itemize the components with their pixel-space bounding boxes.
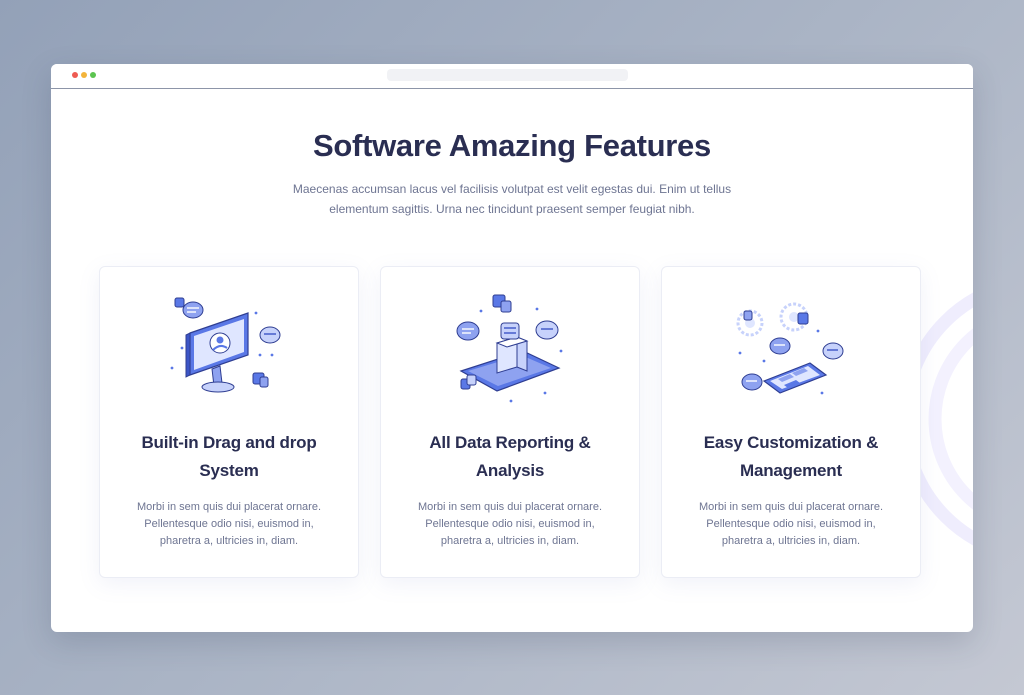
feature-description: Morbi in sem quis dui placerat ornare. P… (698, 501, 884, 547)
maximize-window-icon[interactable] (90, 72, 96, 78)
minimize-window-icon[interactable] (81, 72, 87, 78)
tablet-settings-icon (736, 302, 844, 395)
feature-card-drag-drop: Built-in Drag and drop System Morbi in s… (99, 266, 359, 578)
close-window-icon[interactable] (72, 72, 78, 78)
section-subtitle: Maecenas accumsan lacus vel facilisis vo… (292, 182, 732, 216)
feature-card-customization: Easy Customization & Management Morbi in… (661, 266, 921, 578)
feature-title: Built-in Drag and drop System (141, 433, 317, 480)
browser-window: Software Amazing Features Maecenas accum… (51, 64, 973, 632)
feature-card-data-reporting: All Data Reporting & Analysis Morbi in s… (380, 266, 640, 578)
address-bar[interactable] (387, 69, 628, 81)
monitor-user-icon (170, 297, 281, 393)
feature-title: All Data Reporting & Analysis (429, 433, 591, 480)
feature-title: Easy Customization & Management (703, 433, 879, 480)
browser-titlebar (51, 64, 973, 89)
phone-server-icon (456, 294, 563, 403)
window-controls (72, 72, 96, 78)
section-title: Software Amazing Features (313, 128, 711, 163)
feature-description: Morbi in sem quis dui placerat ornare. P… (417, 501, 603, 547)
feature-description: Morbi in sem quis dui placerat ornare. P… (136, 501, 322, 547)
